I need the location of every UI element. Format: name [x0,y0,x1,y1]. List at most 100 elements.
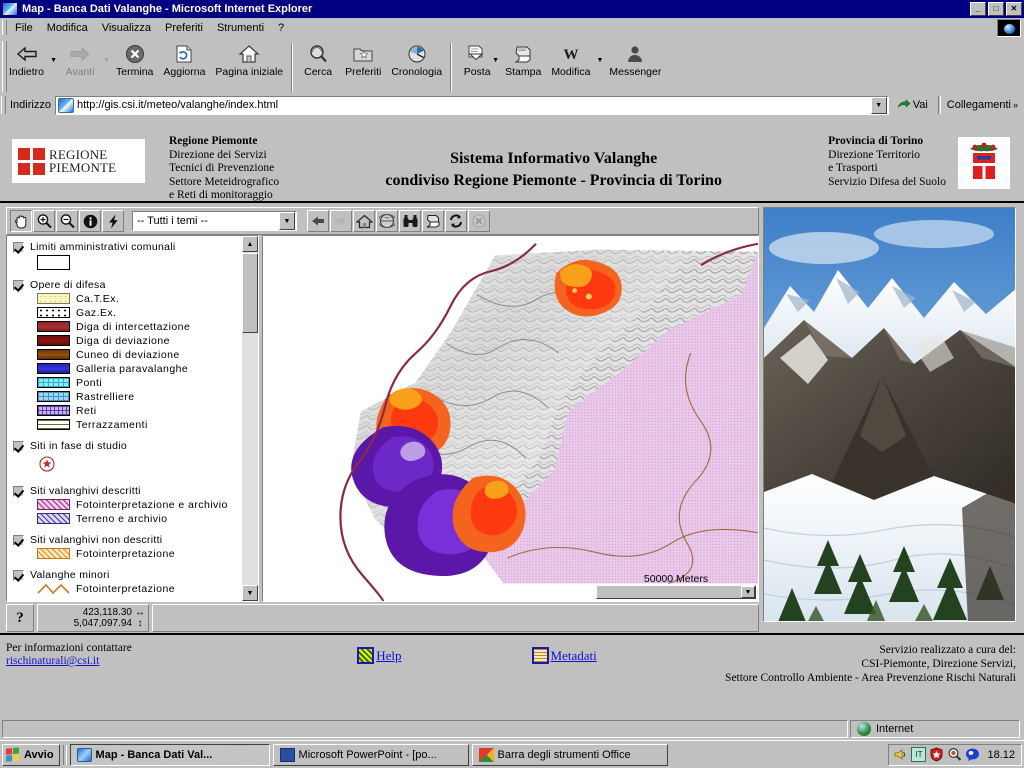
legend-item[interactable]: Reti [37,404,247,417]
svg-text:W: W [563,47,578,63]
legend-item[interactable]: Fotointerpretazione [37,547,247,560]
findfast-icon[interactable] [947,747,962,762]
toolbar-button-edit[interactable]: W Modifica [546,40,595,95]
legend-item[interactable]: Diga di deviazione [37,334,247,347]
full-extent-button[interactable] [353,210,375,232]
start-button[interactable]: Avvio [2,743,60,766]
map-viewport[interactable]: 50000 Meters ▼ [262,235,759,602]
taskbar-clock[interactable]: 18.12 [983,749,1017,761]
clear-selection-button[interactable] [468,210,490,232]
toolbar-button-search[interactable]: Cerca [296,40,340,95]
map-scale-control[interactable]: 50000 Meters ▼ [596,573,756,599]
maximize-button[interactable]: □ [988,2,1004,16]
theme-select[interactable]: -- Tutti i temi -- ▼ [132,211,297,231]
legend-checkbox-opere[interactable] [13,280,24,291]
footer-metadata-link[interactable]: Metadati [531,647,597,664]
legend-item[interactable]: Terrazzamenti [37,418,247,431]
security-zone-indicator[interactable]: Internet [850,720,1020,738]
footer-help-link[interactable]: Help [357,647,402,664]
footer-help-label[interactable]: Help [376,648,401,664]
legend-item[interactable]: Fotointerpretazione e archivio [37,498,247,511]
forward-dropdown-caret[interactable]: ▼ [102,57,111,64]
address-input-wrapper[interactable]: http://gis.csi.it/meteo/valanghe/index.h… [54,95,889,115]
toolbar-button-stop[interactable]: Termina [111,40,158,95]
chevron-right-double-icon[interactable]: » [1013,100,1018,110]
taskbar-item-ie[interactable]: Map - Banca Dati Val... [69,743,270,766]
toolbar-button-print[interactable]: Stampa [500,40,546,95]
footer-contact-email[interactable]: rischinaturali@csi.it [6,655,99,667]
legend-checkbox-siti-studio[interactable] [13,441,24,452]
legend-item[interactable]: Fotointerpretazione [37,582,247,595]
legend-item[interactable]: Ponti [37,376,247,389]
menu-item-visualizza[interactable]: Visualizza [95,20,158,36]
taskbar-separator [62,744,67,765]
legend-checkbox-siti-descritti[interactable] [13,486,24,497]
toolbar-button-home[interactable]: Pagina iniziale [210,40,288,95]
zoom-out-tool-button[interactable] [56,210,78,232]
legend-items-siti-descritti: Fotointerpretazione e archivio Terreno e… [37,498,247,525]
legend-item[interactable]: Gaz.Ex. [37,306,247,319]
menu-item-preferiti[interactable]: Preferiti [158,20,210,36]
toolbar-button-favorites[interactable]: Preferiti [340,40,386,95]
legend-item[interactable]: Galleria paravalanghe [37,362,247,375]
query-tool-button[interactable] [102,210,124,232]
scroll-up-arrow-icon[interactable]: ▲ [242,236,258,252]
identify-tool-button[interactable] [79,210,101,232]
mail-dropdown-caret[interactable]: ▼ [491,57,500,64]
legend-item[interactable]: Cuneo di deviazione [37,348,247,361]
previous-extent-button[interactable] [307,210,329,232]
menu-item-file[interactable]: File [8,20,40,36]
find-button[interactable] [399,210,421,232]
menu-item-modifica[interactable]: Modifica [40,20,95,36]
antivirus-shield-icon[interactable] [929,747,944,762]
edit-dropdown-caret[interactable]: ▼ [595,57,604,64]
scale-chevron-down-icon[interactable]: ▼ [741,586,755,598]
taskbar-item-powerpoint[interactable]: Microsoft PowerPoint - [po... [272,743,469,766]
go-button[interactable]: Vai [889,99,936,111]
legend-item[interactable]: Terreno e archivio [37,512,247,525]
back-dropdown-caret[interactable]: ▼ [49,57,58,64]
coordinate-readout: ↔ 423,118.30 ↕ 5,047,097.94 [37,604,149,632]
legend-item[interactable]: Diga di intercettazione [37,320,247,333]
legend-item[interactable]: Rastrelliere [37,390,247,403]
legend-scroll-thumb[interactable] [242,253,258,333]
menu-item-help[interactable]: ? [271,20,291,36]
legend-vertical-scrollbar[interactable]: ▲ ▼ [242,236,258,601]
scroll-down-arrow-icon[interactable]: ▼ [242,585,258,601]
map-scale-select[interactable]: ▼ [596,585,756,599]
volume-icon[interactable] [893,747,908,762]
legend-checkbox-limiti[interactable] [13,242,24,253]
menu-item-strumenti[interactable]: Strumenti [210,20,271,36]
overview-button[interactable] [376,210,398,232]
legend-swatch-ponti [37,377,70,388]
links-button[interactable]: Collegamenti » [943,99,1022,111]
pan-hand-tool-button[interactable] [10,210,32,232]
footer-metadata-label[interactable]: Metadati [551,648,597,664]
help-question-button[interactable]: ? [6,604,34,632]
toolbar-button-history[interactable]: Cronologia [386,40,447,95]
minimize-button[interactable]: _ [970,2,986,16]
close-button[interactable]: ✕ [1006,2,1022,16]
toolbar-button-mail[interactable]: Posta [455,40,499,95]
map-canvas[interactable] [263,236,758,601]
address-dropdown-button[interactable]: ▼ [870,96,887,114]
refresh-map-button[interactable] [445,210,467,232]
toolbar-button-messenger[interactable]: Messenger [604,40,666,95]
zoom-in-tool-button[interactable] [33,210,55,232]
legend-item[interactable]: Ca.T.Ex. [37,292,247,305]
toolbar-button-back[interactable]: Indietro [4,40,49,95]
legend-checkbox-siti-non-descritti[interactable] [13,535,24,546]
toolbar-button-refresh[interactable]: Aggiorna [158,40,210,95]
legend-label: Galleria paravalanghe [76,362,189,375]
legend-checkbox-valanghe-minori[interactable] [13,570,24,581]
taskbar-item-office-toolbar[interactable]: Barra degli strumenti Office [471,743,668,766]
next-extent-button[interactable] [330,210,352,232]
legend-swatch-diga-deviazione [37,335,70,346]
messenger-icon[interactable] [965,747,980,762]
toolbar-label-history: Cronologia [391,66,443,78]
address-input[interactable]: http://gis.csi.it/meteo/valanghe/index.h… [77,99,871,111]
chevron-down-icon[interactable]: ▼ [279,212,295,230]
toolbar-button-forward[interactable]: Avanti [58,40,102,95]
print-map-button[interactable] [422,210,444,232]
keyboard-layout-icon[interactable]: IT [911,747,927,762]
